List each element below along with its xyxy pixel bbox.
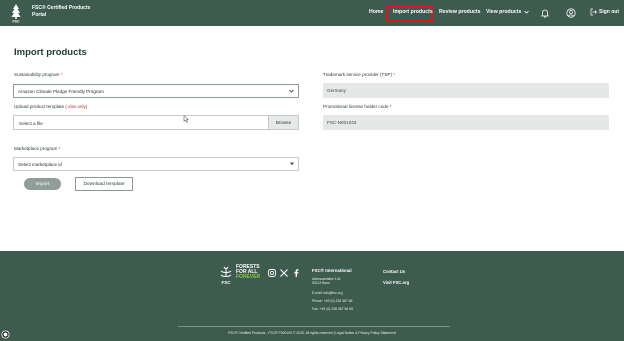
sign-out-label: Sign out xyxy=(599,9,619,15)
marketplace-program-select[interactable]: Select marketplace id xyxy=(13,157,299,171)
chevron-down-icon xyxy=(289,89,294,93)
nav-review-products[interactable]: Review products xyxy=(439,9,481,15)
contact-us-link[interactable]: Contact Us xyxy=(383,269,405,274)
slogan-line3: FOREVER xyxy=(236,274,261,281)
sustainability-program-select[interactable]: Amazon Climate Pledge Friendly Program xyxy=(13,84,299,98)
required-mark: * xyxy=(389,104,392,109)
mouse-cursor-icon xyxy=(183,115,189,123)
marketplace-program-placeholder: Select marketplace id xyxy=(18,161,62,167)
tsp-label-text: Trademark service provider (TSP) xyxy=(323,72,393,77)
sustainability-program-label-text: Sustainability program xyxy=(14,72,60,77)
required-mark: * xyxy=(58,146,61,151)
bell-icon[interactable] xyxy=(541,9,549,18)
upload-template-note: (.xlsx only) xyxy=(65,104,88,109)
sign-out-button[interactable]: Sign out xyxy=(590,8,619,16)
upload-template-label-text: Upload product template xyxy=(14,104,65,109)
visit-fsc-link[interactable]: Visit FSC.org xyxy=(383,280,409,285)
top-header: FSC FSC® Certified Products Portal Home … xyxy=(0,0,624,26)
footer-copyright: FSC® Certified Products - FSC® F000100 ©… xyxy=(228,331,396,335)
sustainability-program-label: Sustainability program * xyxy=(14,72,63,77)
nav-view-products-label: View products xyxy=(486,9,522,15)
instagram-icon[interactable] xyxy=(268,269,276,277)
footer-email[interactable]: E-mail: info@fsc.org xyxy=(312,291,343,295)
file-upload-placeholder: Select a file xyxy=(19,120,43,126)
fsc-logo-icon[interactable]: FSC xyxy=(7,3,25,23)
site-footer: FSC FORESTS FOR ALL FOREVER FSC® Interna… xyxy=(0,251,624,341)
address-line2: 53113 Bonn xyxy=(312,281,331,286)
tsp-field: Germany xyxy=(323,83,609,98)
brand-title: FSC® Certified Products xyxy=(32,5,91,11)
nav-view-products[interactable]: View products xyxy=(486,9,529,15)
footer-fax: Fax: +49 (0) 228 367 66 65 xyxy=(312,307,353,311)
footer-slogan: FORESTS FOR ALL FOREVER xyxy=(236,264,261,281)
chevron-down-icon xyxy=(524,10,529,14)
file-upload-input[interactable]: Select a file Browse xyxy=(13,115,299,130)
svg-text:FSC: FSC xyxy=(13,20,20,24)
import-button[interactable]: Import xyxy=(24,178,61,190)
license-code-label-text: Promotional license holder code xyxy=(323,104,389,109)
download-template-button[interactable]: Download template xyxy=(75,177,133,191)
user-account-icon[interactable] xyxy=(566,8,576,18)
browse-button[interactable]: Browse xyxy=(268,116,298,129)
footer-divider xyxy=(178,326,450,327)
portal-brand[interactable]: FSC® Certified Products Portal xyxy=(32,5,90,19)
upload-template-label: Upload product template (.xlsx only) xyxy=(14,104,87,109)
license-code-field: FSC-N001043 xyxy=(323,115,609,130)
required-mark: * xyxy=(60,72,63,77)
footer-logo-text: FSC xyxy=(222,280,232,285)
nav-import-products[interactable]: Import products xyxy=(393,9,433,15)
facebook-icon[interactable] xyxy=(293,269,299,277)
page-title: Import products xyxy=(14,47,87,58)
license-code-label: Promotional license holder code * xyxy=(323,104,391,109)
nav-home[interactable]: Home xyxy=(369,9,383,15)
fsc-logo-icon[interactable]: FSC xyxy=(216,264,236,286)
footer-address: Adenauerallee 134 53113 Bonn xyxy=(312,277,340,285)
sign-out-icon xyxy=(590,8,597,16)
marketplace-program-label-text: Marketplace program xyxy=(14,146,58,151)
required-mark: * xyxy=(393,72,396,77)
sustainability-program-value: Amazon Climate Pledge Friendly Program xyxy=(18,88,104,94)
x-twitter-icon[interactable] xyxy=(280,269,288,277)
brand-subtitle: Portal xyxy=(32,12,47,18)
tsp-label: Trademark service provider (TSP) * xyxy=(323,72,395,77)
circle-indicator-icon[interactable] xyxy=(1,330,10,339)
fsc-international-heading: FSC® International xyxy=(312,268,352,273)
caret-down-icon xyxy=(290,162,294,166)
footer-phone: Phone: +49 (0) 228 367 66 xyxy=(312,299,353,303)
marketplace-program-label: Marketplace program * xyxy=(14,146,60,151)
